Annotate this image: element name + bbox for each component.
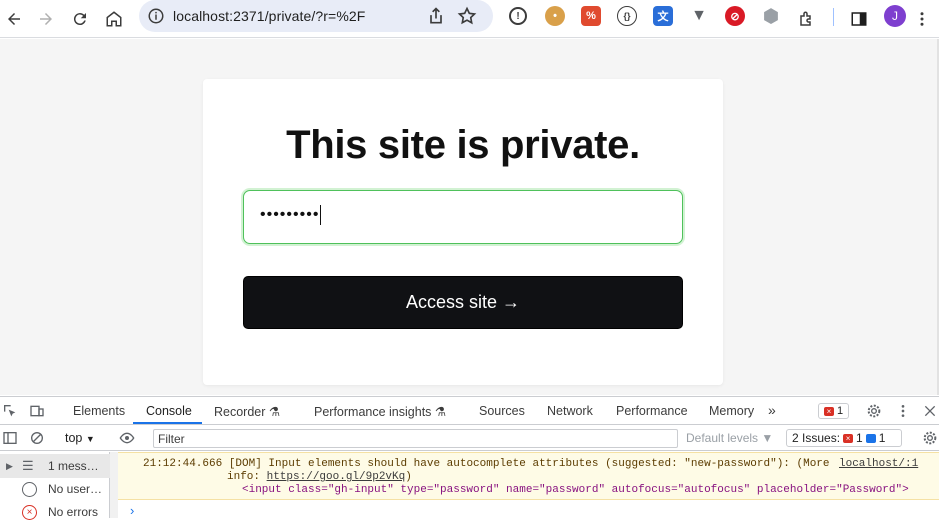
- tab-performance-insights[interactable]: Performance insights ⚗: [314, 404, 446, 419]
- extensions-button[interactable]: [793, 5, 821, 33]
- message-source-link[interactable]: localhost/:1: [839, 458, 918, 470]
- error-circle-icon: ×: [22, 504, 37, 520]
- message-text: 21:12:44.666 [DOM] Input elements should…: [143, 458, 830, 470]
- list-icon: ☰: [22, 458, 34, 473]
- block-icon[interactable]: ⊘: [725, 6, 745, 26]
- translate-icon[interactable]: 文: [653, 6, 673, 26]
- code-icon[interactable]: {}: [617, 6, 637, 26]
- login-card: This site is private. ••••••••• Access s…: [203, 79, 723, 385]
- info-message-icon: [865, 433, 876, 443]
- issues-badge[interactable]: 2 Issues: × 1 1: [786, 429, 902, 447]
- more-info-link[interactable]: https://goo.gl/9p2vKq: [267, 471, 406, 483]
- console-warning-message: 21:12:44.666 [DOM] Input elements should…: [118, 452, 939, 500]
- more-tabs-chevron-icon[interactable]: »: [768, 402, 776, 418]
- page-title: This site is private.: [286, 123, 640, 167]
- flask-icon: ⚗: [268, 405, 281, 419]
- side-panel-icon: [851, 12, 867, 26]
- console-toolbar: top ▼ Filter Default levels ▼ 2 Issues: …: [0, 425, 939, 451]
- flask-icon: ⚗: [434, 405, 447, 419]
- share-icon[interactable]: [426, 6, 446, 26]
- address-bar[interactable]: localhost:2371/private/?r=%2F: [139, 0, 493, 32]
- password-value: •••••••••: [260, 205, 322, 225]
- sidebar-item-messages[interactable]: ▶ ☰ 1 mess…: [0, 454, 110, 478]
- inspect-element-icon[interactable]: [2, 403, 18, 419]
- tab-sources[interactable]: Sources: [479, 404, 525, 418]
- back-button[interactable]: [0, 5, 28, 33]
- error-icon: ×: [843, 433, 854, 443]
- active-tab-indicator: [133, 422, 202, 424]
- access-site-button[interactable]: Access site →: [243, 276, 683, 329]
- sidebar-toggle-icon[interactable]: [2, 430, 18, 446]
- tab-network[interactable]: Network: [547, 404, 593, 418]
- eye-icon[interactable]: [119, 430, 135, 446]
- close-icon[interactable]: [922, 403, 938, 419]
- forward-arrow-icon: [40, 13, 52, 25]
- error-count-badge[interactable]: × 1: [818, 403, 849, 419]
- forward-button[interactable]: [32, 5, 60, 33]
- tab-elements[interactable]: Elements: [73, 404, 125, 418]
- message-element-snippet[interactable]: <input class="gh-input" type="password" …: [242, 484, 909, 496]
- settings-gear-icon[interactable]: [866, 403, 882, 419]
- reload-icon: [73, 13, 86, 26]
- more-vertical-icon: [920, 12, 924, 26]
- puzzle-icon: [800, 11, 811, 26]
- home-button[interactable]: [100, 5, 128, 33]
- password-input[interactable]: •••••••••: [243, 190, 683, 244]
- profile-avatar[interactable]: J: [884, 5, 906, 27]
- toolbar-separator: [833, 8, 834, 26]
- devtools-tabbar: Elements Console Recorder ⚗ Performance …: [0, 397, 939, 425]
- tab-recorder[interactable]: Recorder ⚗: [214, 404, 280, 419]
- cookie-icon[interactable]: •: [545, 6, 565, 26]
- tab-memory[interactable]: Memory: [709, 404, 754, 418]
- message-info-line: info: https://goo.gl/9p2vKq): [227, 471, 412, 483]
- log-levels-select[interactable]: Default levels ▼: [686, 431, 773, 445]
- console-prompt[interactable]: ›: [130, 503, 134, 518]
- bookmark-star-icon[interactable]: [457, 6, 477, 26]
- console-output: 21:12:44.666 [DOM] Input elements should…: [118, 452, 939, 518]
- browser-toolbar: localhost:2371/private/?r=%2F ! • % {} 文…: [0, 0, 939, 38]
- tab-console[interactable]: Console: [146, 404, 192, 418]
- sidebar-item-user-messages[interactable]: No user…: [0, 477, 110, 501]
- console-settings-gear-icon[interactable]: [922, 430, 938, 446]
- more-vertical-icon[interactable]: [895, 403, 911, 419]
- context-select[interactable]: top ▼: [65, 431, 95, 445]
- side-panel-button[interactable]: [845, 5, 873, 33]
- hexagon-icon[interactable]: ⬢: [761, 6, 781, 26]
- tab-performance[interactable]: Performance: [616, 404, 688, 418]
- console-sidebar: ▶ ☰ 1 mess… No user… × No errors: [0, 452, 110, 520]
- sidebar-scrollbar[interactable]: [110, 452, 118, 518]
- device-toolbar-icon[interactable]: [29, 403, 45, 419]
- page-viewport: This site is private. ••••••••• Access s…: [0, 39, 937, 395]
- password-manager-icon[interactable]: !: [509, 7, 527, 25]
- vue-icon[interactable]: ▼: [689, 6, 709, 26]
- pdf-icon[interactable]: %: [581, 6, 601, 26]
- browser-menu-button[interactable]: [908, 5, 936, 33]
- url-text: localhost:2371/private/?r=%2F: [173, 8, 366, 24]
- error-icon: ×: [823, 406, 834, 416]
- info-icon[interactable]: [147, 7, 165, 25]
- home-icon: [106, 11, 122, 27]
- reload-button[interactable]: [66, 5, 94, 33]
- expand-arrow-icon: ▶: [6, 460, 13, 471]
- back-arrow-icon: [8, 13, 20, 25]
- devtools-panel: Elements Console Recorder ⚗ Performance …: [0, 396, 939, 520]
- sidebar-item-errors[interactable]: × No errors: [0, 500, 110, 524]
- console-filter-input[interactable]: Filter: [153, 429, 678, 448]
- dropdown-arrow-icon: ▼: [85, 434, 95, 444]
- clear-console-icon[interactable]: [29, 430, 45, 446]
- text-caret: [320, 205, 322, 225]
- user-icon: [22, 481, 37, 497]
